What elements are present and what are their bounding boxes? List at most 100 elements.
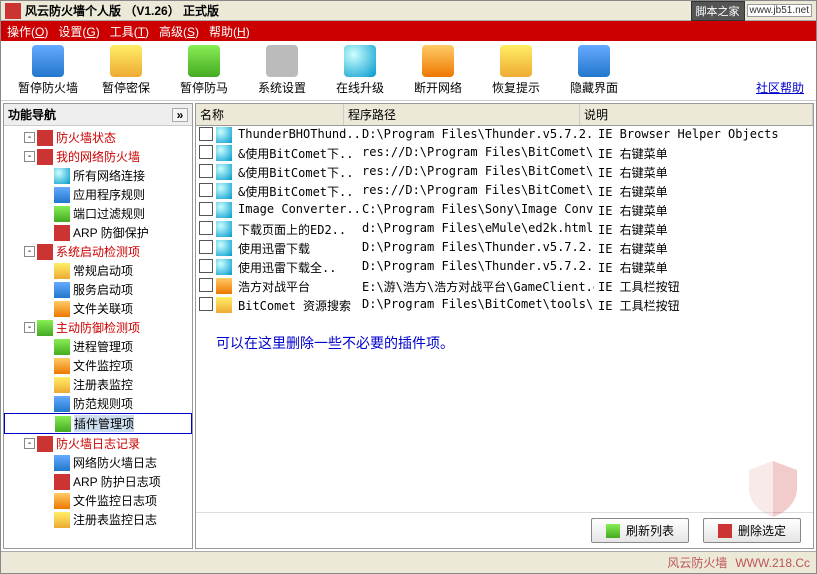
row-icon: [216, 127, 232, 143]
toolbar-btn-4[interactable]: 在线升级: [321, 45, 399, 96]
row-checkbox[interactable]: [199, 259, 213, 273]
tree-icon: [37, 320, 53, 336]
nav-tree: -防火墙状态-我的网络防火墙所有网络连接应用程序规则端口过滤规则ARP 防御保护…: [4, 126, 192, 548]
expand-icon[interactable]: -: [24, 438, 35, 449]
sidebar: 功能导航 » -防火墙状态-我的网络防火墙所有网络连接应用程序规则端口过滤规则A…: [3, 103, 193, 549]
expand-icon[interactable]: -: [24, 132, 35, 143]
cell-desc: IE 右键菜单: [594, 145, 672, 162]
table-row[interactable]: ThunderBHOThund..D:\Program Files\Thunde…: [196, 126, 813, 144]
toolbar-label-0: 暂停防火墙: [18, 79, 78, 96]
row-checkbox[interactable]: [199, 127, 213, 141]
tree-item-11[interactable]: 进程管理项: [4, 337, 192, 356]
menu-T[interactable]: 工具(T): [110, 23, 149, 40]
cell-path: D:\Program Files\BitComet\tools\Bit..: [358, 297, 594, 314]
row-checkbox[interactable]: [199, 297, 213, 311]
toolbar-btn-1[interactable]: 暂停密保: [87, 45, 165, 96]
menu-S[interactable]: 高级(S): [159, 23, 199, 40]
table-row[interactable]: Image Converter..C:\Program Files\Sony\I…: [196, 201, 813, 220]
table-row[interactable]: 下载页面上的ED2..d:\Program Files\eMule\ed2k.h…: [196, 220, 813, 239]
table-row[interactable]: &使用BitComet下..res://D:\Program Files\Bit…: [196, 182, 813, 201]
tree-item-4[interactable]: 端口过滤规则: [4, 204, 192, 223]
tree-item-10[interactable]: - 主动防御检测项: [4, 318, 192, 337]
tree-item-14[interactable]: 防范规则项: [4, 394, 192, 413]
tree-item-20[interactable]: 注册表监控日志: [4, 510, 192, 529]
tree-label: 主动防御检测项: [56, 319, 140, 336]
menu-G[interactable]: 设置(G): [58, 23, 99, 40]
table-row[interactable]: 使用迅雷下载全..D:\Program Files\Thunder.v5.7.2…: [196, 258, 813, 277]
table-row[interactable]: &使用BitComet下..res://D:\Program Files\Bit…: [196, 144, 813, 163]
toolbar-label-1: 暂停密保: [102, 79, 150, 96]
row-checkbox[interactable]: [199, 202, 213, 216]
table-row[interactable]: 使用迅雷下载D:\Program Files\Thunder.v5.7.2.36…: [196, 239, 813, 258]
cell-desc: IE 右键菜单: [594, 259, 672, 276]
row-checkbox[interactable]: [199, 164, 213, 178]
expand-icon[interactable]: -: [24, 322, 35, 333]
row-checkbox[interactable]: [199, 221, 213, 235]
ext-link[interactable]: www.jb51.net: [747, 4, 812, 17]
statusbar: 风云防火墙 WWW.218.Cc: [1, 551, 816, 573]
refresh-label: 刷新列表: [626, 522, 674, 539]
menu-H[interactable]: 帮助(H): [209, 23, 250, 40]
tree-item-8[interactable]: 服务启动项: [4, 280, 192, 299]
toolbar-btn-5[interactable]: 断开网络: [399, 45, 477, 96]
tree-item-19[interactable]: 文件监控日志项: [4, 491, 192, 510]
expand-icon[interactable]: -: [24, 151, 35, 162]
tree-icon: [54, 263, 70, 279]
row-checkbox[interactable]: [199, 183, 213, 197]
tree-label: ARP 防护日志项: [73, 473, 161, 490]
tree-icon: [54, 474, 70, 490]
row-checkbox[interactable]: [199, 145, 213, 159]
tree-icon: [54, 358, 70, 374]
tree-label: ARP 防御保护: [73, 224, 149, 241]
cell-desc: IE 右键菜单: [594, 240, 672, 257]
tree-item-1[interactable]: -我的网络防火墙: [4, 147, 192, 166]
tree-item-5[interactable]: ARP 防御保护: [4, 223, 192, 242]
main-panel: 名称 程序路径 说明 ThunderBHOThund..D:\Program F…: [195, 103, 814, 549]
cell-name: &使用BitComet下..: [234, 183, 358, 200]
row-icon: [216, 164, 232, 180]
tree-item-7[interactable]: 常规启动项: [4, 261, 192, 280]
table-row[interactable]: &使用BitComet下..res://D:\Program Files\Bit…: [196, 163, 813, 182]
row-icon: [216, 297, 232, 313]
community-help-link[interactable]: 社区帮助: [756, 79, 804, 96]
tree-item-3[interactable]: 应用程序规则: [4, 185, 192, 204]
tree-item-15[interactable]: 插件管理项: [4, 413, 192, 434]
col-path[interactable]: 程序路径: [344, 104, 580, 125]
toolbar-btn-0[interactable]: 暂停防火墙: [9, 45, 87, 96]
tree-item-12[interactable]: 文件监控项: [4, 356, 192, 375]
col-name[interactable]: 名称: [196, 104, 344, 125]
tree-item-9[interactable]: 文件关联项: [4, 299, 192, 318]
row-checkbox[interactable]: [199, 278, 213, 292]
row-checkbox[interactable]: [199, 240, 213, 254]
tree-label: 应用程序规则: [73, 186, 145, 203]
cell-path: res://D:\Program Files\BitComet\Bit..: [358, 183, 594, 200]
toolbar-label-6: 恢复提示: [492, 79, 540, 96]
tree-item-18[interactable]: ARP 防护日志项: [4, 472, 192, 491]
toolbar-btn-3[interactable]: 系统设置: [243, 45, 321, 96]
cell-desc: IE 工具栏按钮: [594, 278, 684, 295]
sidebar-collapse-icon[interactable]: »: [172, 108, 188, 122]
tree-item-13[interactable]: 注册表监控: [4, 375, 192, 394]
col-desc[interactable]: 说明: [580, 104, 813, 125]
delete-button[interactable]: 删除选定: [703, 518, 801, 543]
expand-icon[interactable]: -: [24, 246, 35, 257]
tree-item-2[interactable]: 所有网络连接: [4, 166, 192, 185]
tree-item-16[interactable]: -防火墙日志记录: [4, 434, 192, 453]
tree-item-17[interactable]: 网络防火墙日志: [4, 453, 192, 472]
toolbar-btn-7[interactable]: 隐藏界面: [555, 45, 633, 96]
tree-label: 插件管理项: [74, 415, 134, 432]
toolbar-btn-6[interactable]: 恢复提示: [477, 45, 555, 96]
tree-item-0[interactable]: -防火墙状态: [4, 128, 192, 147]
cell-name: 使用迅雷下载全..: [234, 259, 358, 276]
toolbar-btn-2[interactable]: 暂停防马: [165, 45, 243, 96]
menu-O[interactable]: 操作(O): [7, 23, 48, 40]
table-row[interactable]: BitComet 资源搜索D:\Program Files\BitComet\t…: [196, 296, 813, 315]
refresh-button[interactable]: 刷新列表: [591, 518, 689, 543]
tree-label: 文件监控项: [73, 357, 133, 374]
tree-item-6[interactable]: -系统启动检测项: [4, 242, 192, 261]
table-row[interactable]: 浩方对战平台E:\游\浩方\浩方对战平台\GameClient.exeIE 工具…: [196, 277, 813, 296]
cell-path: D:\Program Files\Thunder.v5.7.2.368..: [358, 127, 594, 143]
row-icon: [216, 202, 232, 218]
tree-label: 注册表监控: [73, 376, 133, 393]
cell-name: &使用BitComet下..: [234, 164, 358, 181]
